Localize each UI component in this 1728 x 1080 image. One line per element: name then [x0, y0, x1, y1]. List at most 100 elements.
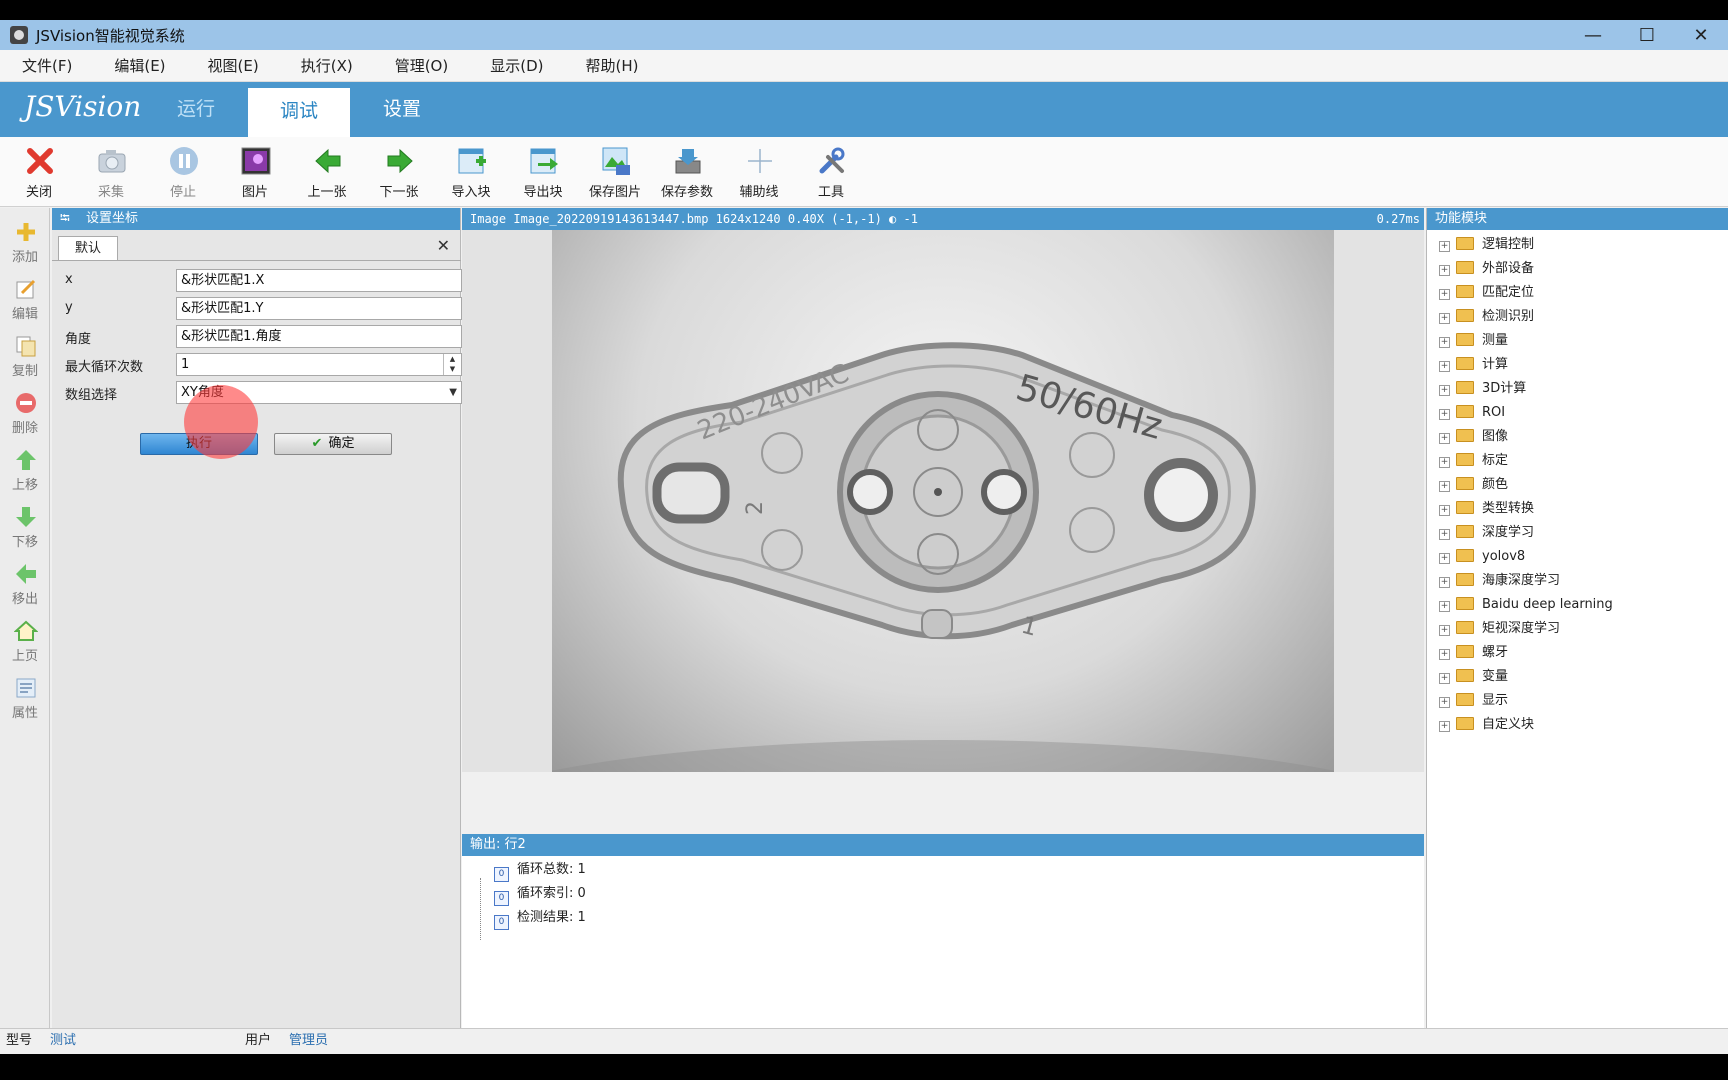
menu-file[interactable]: 文件(F)	[22, 55, 72, 76]
expand-icon[interactable]: +	[1439, 241, 1450, 252]
field-x-input[interactable]: &形状匹配1.X	[176, 269, 462, 292]
expand-icon[interactable]: +	[1439, 697, 1450, 708]
expand-icon[interactable]: +	[1439, 481, 1450, 492]
close-button[interactable]: 关闭	[4, 137, 74, 207]
tab-default[interactable]: 默认	[58, 236, 118, 261]
output-item[interactable]: 0 检测结果: 1	[494, 908, 586, 930]
expand-icon[interactable]: +	[1439, 529, 1450, 540]
move-down-button[interactable]: 下移	[0, 503, 50, 559]
module-item[interactable]: + 图像	[1439, 426, 1508, 448]
module-item[interactable]: + Baidu deep learning	[1439, 594, 1613, 616]
maximize-button[interactable]: ☐	[1620, 20, 1674, 50]
capture-button[interactable]: 采集	[76, 137, 146, 207]
expand-icon[interactable]: +	[1439, 601, 1450, 612]
tab-debug[interactable]: 调试	[248, 88, 350, 137]
folder-icon	[1456, 621, 1474, 634]
expand-icon[interactable]: +	[1439, 409, 1450, 420]
module-item[interactable]: + 深度学习	[1439, 522, 1534, 544]
expand-icon[interactable]: +	[1439, 337, 1450, 348]
add-button[interactable]: 添加	[0, 218, 50, 274]
expand-icon[interactable]: +	[1439, 553, 1450, 564]
guide-line-button[interactable]: 辅助线	[724, 137, 794, 207]
module-item[interactable]: + ROI	[1439, 402, 1505, 424]
module-item[interactable]: + 颜色	[1439, 474, 1508, 496]
module-item[interactable]: + 逻辑控制	[1439, 234, 1534, 256]
module-item[interactable]: + 海康深度学习	[1439, 570, 1560, 592]
field-x: x &形状匹配1.X	[65, 269, 462, 293]
output-item[interactable]: 0 循环总数: 1	[494, 860, 586, 882]
menu-edit[interactable]: 编辑(E)	[114, 55, 165, 76]
tools-button[interactable]: 工具	[796, 137, 866, 207]
menu-help[interactable]: 帮助(H)	[585, 55, 638, 76]
expand-icon[interactable]: +	[1439, 457, 1450, 468]
module-item[interactable]: +3D计算	[1439, 378, 1526, 400]
expand-icon[interactable]: +	[1439, 265, 1450, 276]
camera-image[interactable]: 220-240VAC 50/60Hz 2 1	[552, 230, 1334, 772]
module-item[interactable]: + 测量	[1439, 330, 1508, 352]
folder-icon	[1456, 477, 1474, 490]
export-block-button[interactable]: 导出块	[508, 137, 578, 207]
field-angle-input[interactable]: &形状匹配1.角度	[176, 325, 462, 348]
folder-icon	[1456, 597, 1474, 610]
expand-icon[interactable]: +	[1439, 385, 1450, 396]
import-block-button[interactable]: 导入块	[436, 137, 506, 207]
previous-image-button[interactable]: 上一张	[292, 137, 362, 207]
expand-icon[interactable]: +	[1439, 649, 1450, 660]
expand-icon[interactable]: +	[1439, 721, 1450, 732]
home-page-button[interactable]: 上页	[0, 617, 50, 673]
expand-icon[interactable]: +	[1439, 673, 1450, 684]
module-item[interactable]: + 检测识别	[1439, 306, 1534, 328]
minimize-button[interactable]: —	[1566, 20, 1620, 50]
max-loop-stepper[interactable]: 1 ▲ ▼	[176, 353, 462, 376]
expand-icon[interactable]: +	[1439, 625, 1450, 636]
module-item[interactable]: + 类型转换	[1439, 498, 1534, 520]
module-item[interactable]: + 计算	[1439, 354, 1508, 376]
next-image-button[interactable]: 下一张	[364, 137, 434, 207]
menu-execute[interactable]: 执行(X)	[301, 55, 353, 76]
move-up-button[interactable]: 上移	[0, 446, 50, 502]
pixel-value-icon: ◐	[889, 212, 897, 226]
folder-icon	[1456, 261, 1474, 274]
edit-button[interactable]: 编辑	[0, 275, 50, 331]
user-label: 用户	[245, 1033, 272, 1048]
module-item[interactable]: + yolov8	[1439, 546, 1525, 568]
expand-icon[interactable]: +	[1439, 289, 1450, 300]
home-icon	[14, 620, 38, 641]
expand-icon[interactable]: +	[1439, 313, 1450, 324]
confirm-button[interactable]: ✔ 确定	[274, 433, 392, 455]
module-item[interactable]: + 显示	[1439, 690, 1508, 712]
move-out-button[interactable]: 移出	[0, 560, 50, 616]
properties-button[interactable]: 属性	[0, 674, 50, 730]
module-item[interactable]: + 匹配定位	[1439, 282, 1534, 304]
module-item[interactable]: + 外部设备	[1439, 258, 1534, 280]
module-item[interactable]: + 矩视深度学习	[1439, 618, 1560, 640]
output-item[interactable]: 0 循环索引: 0	[494, 884, 586, 906]
delete-button[interactable]: 删除	[0, 389, 50, 445]
module-item[interactable]: + 变量	[1439, 666, 1508, 688]
module-item[interactable]: + 自定义块	[1439, 714, 1534, 736]
expand-icon[interactable]: +	[1439, 505, 1450, 516]
status-bar: 型号 测试 用户 管理员	[0, 1028, 1728, 1054]
panel-close-button[interactable]: ✕	[437, 236, 450, 255]
pixel-value: -1	[903, 212, 918, 226]
module-item-label: 矩视深度学习	[1482, 621, 1561, 636]
module-item[interactable]: + 螺牙	[1439, 642, 1508, 664]
save-image-button[interactable]: 保存图片	[580, 137, 650, 207]
picture-button[interactable]: 图片	[220, 137, 290, 207]
stepper-arrows-icon[interactable]: ▲ ▼	[443, 354, 461, 375]
expand-icon[interactable]: +	[1439, 577, 1450, 588]
stop-button[interactable]: 停止	[148, 137, 218, 207]
tab-run[interactable]: 运行	[158, 82, 234, 137]
field-y-input[interactable]: &形状匹配1.Y	[176, 297, 462, 320]
save-params-button[interactable]: 保存参数	[652, 137, 722, 207]
tab-settings[interactable]: 设置	[362, 82, 442, 137]
close-window-button[interactable]: ✕	[1674, 20, 1728, 50]
menu-view[interactable]: 视图(E)	[208, 55, 259, 76]
menu-display[interactable]: 显示(D)	[490, 55, 543, 76]
module-item[interactable]: + 标定	[1439, 450, 1508, 472]
expand-icon[interactable]: +	[1439, 433, 1450, 444]
expand-icon[interactable]: +	[1439, 361, 1450, 372]
menu-manage[interactable]: 管理(O)	[395, 55, 449, 76]
copy-button[interactable]: 复制	[0, 332, 50, 388]
module-item-label: 海康深度学习	[1482, 573, 1561, 588]
